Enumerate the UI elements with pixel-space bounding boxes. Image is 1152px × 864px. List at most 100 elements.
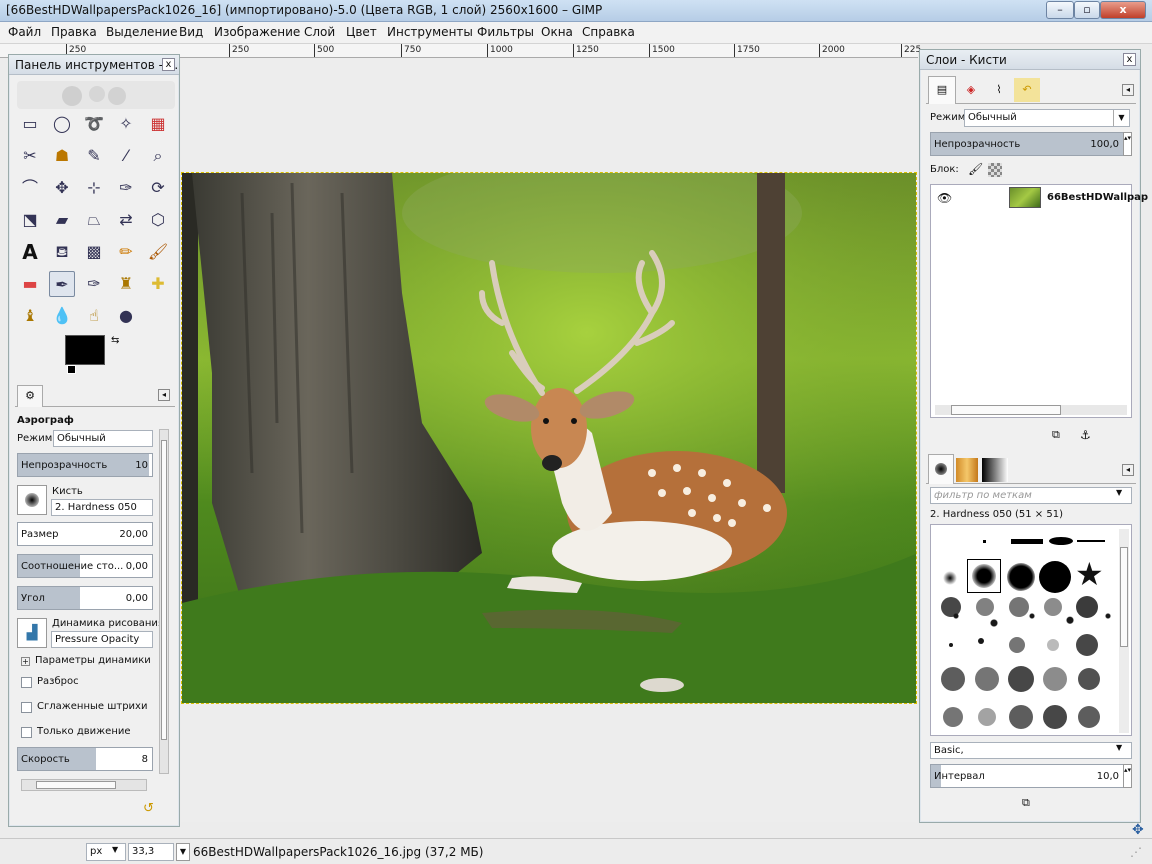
measure-icon[interactable]: ⌒ [17, 175, 43, 201]
scale-icon[interactable]: ⬔ [17, 207, 43, 233]
maximize-button[interactable]: ▫ [1074, 1, 1100, 19]
wilber-drop-zone[interactable] [17, 81, 175, 109]
color-picker-icon[interactable]: ⁄ [113, 143, 139, 169]
swap-colors-icon[interactable]: ⇆ [111, 335, 119, 346]
heal-icon[interactable]: ✚ [145, 271, 171, 297]
brush-grid[interactable]: ★ [930, 524, 1132, 736]
eraser-icon[interactable]: ▬ [17, 271, 43, 297]
chevron-down-icon[interactable]: ▼ [176, 843, 190, 861]
menu-file[interactable]: Файл [8, 25, 41, 39]
channels-tab-icon[interactable]: ◈ [958, 78, 984, 102]
patterns-tab-icon[interactable] [956, 458, 978, 482]
mode-select[interactable]: Обычный [53, 430, 153, 447]
unit-select[interactable]: px [86, 843, 126, 861]
minimize-button[interactable]: – [1046, 1, 1074, 19]
layer-mode-select[interactable]: Обычный [964, 109, 1130, 127]
opacity-spinner[interactable]: ▴▾ [1123, 132, 1132, 156]
dodge-icon[interactable]: ● [113, 303, 139, 329]
lock-alpha-icon[interactable] [988, 163, 1002, 177]
foreground-color-swatch[interactable] [65, 335, 105, 365]
menu-edit[interactable]: Правка [51, 25, 97, 39]
clone-icon[interactable]: ♜ [113, 271, 139, 297]
lasso-icon[interactable]: ➰ [81, 111, 107, 137]
layers-hscrollbar[interactable] [935, 405, 1127, 415]
expand-dynamics-icon[interactable]: + [21, 657, 30, 666]
menu-color[interactable]: Цвет [346, 25, 377, 39]
dock-menu-icon[interactable]: ◂ [1122, 84, 1134, 96]
perspective-icon[interactable]: ⏢ [81, 207, 107, 233]
tool-options-hscrollbar[interactable] [21, 779, 147, 791]
menu-windows[interactable]: Окна [541, 25, 573, 39]
brush-name-field[interactable]: 2. Hardness 050 [51, 499, 153, 516]
gradients-tab-icon[interactable] [982, 458, 1008, 482]
paintbrush-icon[interactable]: 🖌 [145, 239, 171, 265]
scatter-checkbox[interactable] [21, 677, 32, 688]
eye-icon[interactable]: 👁 [937, 191, 952, 205]
brush-tag-filter-input[interactable]: фильтр по меткам [930, 487, 1132, 504]
horizontal-ruler[interactable]: 250 500 750 1000 1250 1500 1750 2000 225 [181, 44, 921, 58]
spacing-slider[interactable]: Интервал 10,0 [930, 764, 1124, 788]
size-slider[interactable]: Размер 20,00 [17, 522, 153, 546]
duplicate-layer-icon[interactable]: ⧉ [1052, 428, 1060, 442]
chevron-down-icon[interactable]: ▼ [1116, 743, 1122, 752]
smooth-checkbox[interactable] [21, 702, 32, 713]
flip-icon[interactable]: ⇄ [113, 207, 139, 233]
foreground-select-icon[interactable]: ☗ [49, 143, 75, 169]
aspect-ratio-slider[interactable]: Соотношение сто... 0,00 [17, 554, 153, 578]
blend-icon[interactable]: ▩ [81, 239, 107, 265]
toolbox-close-button[interactable]: x [162, 58, 175, 71]
text-tool-icon[interactable]: A [17, 239, 43, 265]
bucket-fill-icon[interactable]: ⛾ [49, 239, 75, 265]
brushes-menu-icon[interactable]: ◂ [1122, 464, 1134, 476]
zoom-icon[interactable]: ⌕ [145, 143, 171, 169]
align-icon[interactable]: ⊹ [81, 175, 107, 201]
resize-grip-icon[interactable]: ⋰ [1130, 845, 1142, 859]
chevron-down-icon[interactable]: ▼ [112, 845, 118, 854]
chevron-down-icon[interactable]: ▼ [1116, 488, 1122, 497]
reset-tool-options-icon[interactable]: ↺ [143, 801, 159, 817]
layers-close-button[interactable]: x [1123, 53, 1136, 66]
layer-name[interactable]: 66BestHDWallpap [1047, 192, 1148, 203]
tab-menu-icon[interactable]: ◂ [158, 389, 170, 401]
motion-only-checkbox[interactable] [21, 727, 32, 738]
brush-preview-button[interactable] [17, 485, 47, 515]
menu-select[interactable]: Выделение [106, 25, 177, 39]
brush-preset-select[interactable]: Basic, [930, 742, 1132, 759]
layer-opacity-slider[interactable]: Непрозрачность 100,0 [930, 132, 1124, 156]
anchor-layer-icon[interactable]: ⚓ [1080, 428, 1091, 442]
dynamics-icon[interactable]: ▟ [17, 618, 47, 648]
toolbox-header[interactable]: Панель инструментов - ... x [9, 55, 179, 75]
brush-copy-icon[interactable]: ⧉ [1022, 796, 1030, 810]
dynamics-field[interactable]: Pressure Opacity [51, 631, 153, 648]
rate-slider[interactable]: Скорость 8 [17, 747, 153, 771]
image-canvas[interactable] [181, 172, 917, 704]
angle-slider[interactable]: Угол 0,00 [17, 586, 153, 610]
brushes-tab-icon[interactable] [928, 454, 954, 484]
window-title-bar[interactable]: [66BestHDWallpapersPack1026_16] (импорти… [0, 0, 1152, 22]
layers-tab-icon[interactable]: ▤ [928, 76, 956, 104]
navigate-icon[interactable]: ✥ [1132, 822, 1144, 838]
menu-help[interactable]: Справка [582, 25, 635, 39]
close-button[interactable]: x [1100, 1, 1146, 19]
color-select-icon[interactable]: ▦ [145, 111, 171, 137]
undo-history-tab-icon[interactable]: ↶ [1014, 78, 1040, 102]
perspective-clone-icon[interactable]: ♝ [17, 303, 43, 329]
default-colors-icon[interactable] [67, 365, 76, 374]
tool-options-tab-icon[interactable]: ⚙ [17, 385, 43, 407]
scissors-icon[interactable]: ✂ [17, 143, 43, 169]
menu-filters[interactable]: Фильтры [477, 25, 534, 39]
ink-icon[interactable]: ✑ [81, 271, 107, 297]
pencil-icon[interactable]: ✏ [113, 239, 139, 265]
dynamics-params-label[interactable]: Параметры динамики [35, 655, 151, 666]
spacing-spinner[interactable]: ▴▾ [1123, 764, 1132, 788]
menu-view[interactable]: Вид [179, 25, 203, 39]
paths-tab-icon[interactable]: ⌇ [986, 78, 1012, 102]
ellipse-select-icon[interactable]: ◯ [49, 111, 75, 137]
smudge-icon[interactable]: ☝ [81, 303, 107, 329]
move-icon[interactable]: ✥ [49, 175, 75, 201]
rotate-icon[interactable]: ⟳ [145, 175, 171, 201]
crop-icon[interactable]: ✑ [113, 175, 139, 201]
paths-icon[interactable]: ✎ [81, 143, 107, 169]
airbrush-icon[interactable]: ✒ [49, 271, 75, 297]
cage-icon[interactable]: ⬡ [145, 207, 171, 233]
